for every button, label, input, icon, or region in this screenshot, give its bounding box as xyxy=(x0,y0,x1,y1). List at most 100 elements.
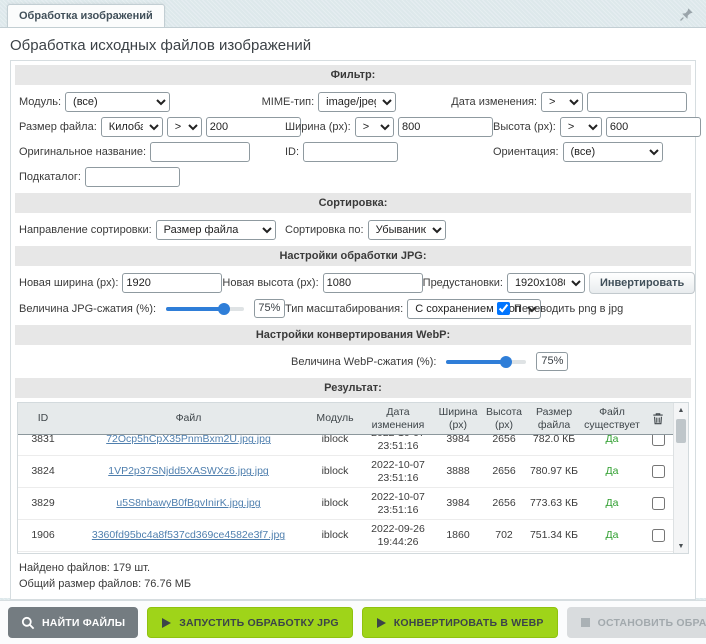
sort-by-select[interactable]: Убыванию xyxy=(368,220,446,240)
cell-date: 2022-10-07 23:51:16 xyxy=(361,488,435,519)
height-op-select[interactable]: > xyxy=(560,117,602,137)
col-header-module[interactable]: Модуль xyxy=(309,403,361,434)
jpg-quality-slider-fill xyxy=(166,307,224,311)
scroll-up-icon[interactable]: ▲ xyxy=(674,403,688,417)
webp-quality-slider-thumb[interactable] xyxy=(500,356,512,368)
scrollbar-thumb[interactable] xyxy=(676,419,686,443)
cell-height: 2656 xyxy=(481,435,527,455)
mime-select[interactable]: image/jpeg xyxy=(318,92,396,112)
id-label: ID: xyxy=(285,146,299,158)
col-header-date[interactable]: Дата изменения xyxy=(361,403,435,434)
col-header-height[interactable]: Высота (px) xyxy=(481,403,527,434)
width-label: Ширина (px): xyxy=(285,121,351,133)
png-to-jpg-label[interactable]: Переводить png в jpg xyxy=(514,303,623,315)
stop-processing-button[interactable]: ОСТАНОВИТЬ ОБРАБОТКУ xyxy=(567,607,706,638)
orientation-select[interactable]: (все) xyxy=(563,142,663,162)
cell-date: 2022-10-07 23:51:16 xyxy=(361,435,435,455)
id-input[interactable] xyxy=(303,142,398,162)
row-select-checkbox[interactable] xyxy=(652,497,665,510)
filter-row-1: Модуль: (все) MIME-тип: image/jpeg Дата … xyxy=(11,89,695,114)
width-op-select[interactable]: > xyxy=(355,117,394,137)
col-header-file[interactable]: Файл xyxy=(68,403,309,434)
file-link[interactable]: 3360fd95bc4a8f537cd369ce4582e3f7.jpg xyxy=(92,529,285,542)
cell-id: 1906 xyxy=(18,520,68,551)
col-header-width[interactable]: Ширина (px) xyxy=(435,403,481,434)
module-label: Модуль: xyxy=(19,96,61,108)
scale-type-label: Тип масштабирования: xyxy=(285,303,403,315)
cell-id: 3829 xyxy=(18,488,68,519)
date-value-input[interactable] xyxy=(587,92,687,112)
filter-section-header: Фильтр: xyxy=(15,65,691,85)
col-header-delete xyxy=(643,403,673,434)
cell-date: 2022-10-07 23:51:16 xyxy=(361,456,435,487)
module-select[interactable]: (все) xyxy=(65,92,170,112)
page-title: Обработка исходных файлов изображений xyxy=(0,28,706,60)
pin-icon[interactable] xyxy=(679,7,694,22)
scroll-down-icon[interactable]: ▼ xyxy=(674,539,688,553)
sorting-section-header: Сортировка: xyxy=(15,193,691,213)
jpg-quality-value: 75% xyxy=(254,299,285,318)
file-link[interactable]: 1VP2p37SNjdd5XASWXz6.jpg.jpg xyxy=(108,465,269,478)
file-exists-badge: Да xyxy=(606,529,619,542)
row-select-checkbox[interactable] xyxy=(652,435,665,446)
subdir-input[interactable] xyxy=(85,167,180,187)
scrollbar-track[interactable] xyxy=(674,417,688,539)
new-height-input[interactable] xyxy=(323,273,423,293)
row-select-checkbox[interactable] xyxy=(652,529,665,542)
date-modified-label: Дата изменения: xyxy=(451,96,537,108)
col-header-size[interactable]: Размер файла xyxy=(527,403,581,434)
png-to-jpg-checkbox[interactable] xyxy=(497,302,510,315)
webp-quality-slider[interactable] xyxy=(446,360,526,364)
found-files-text: Найдено файлов: 179 шт. xyxy=(19,561,687,577)
find-files-button[interactable]: НАЙТИ ФАЙЛЫ xyxy=(8,607,138,638)
jpg-quality-label: Величина JPG-сжатия (%): xyxy=(19,303,156,315)
file-link[interactable]: 72Ocp5hCpX35PnmBxm2U.jpg.jpg xyxy=(106,435,271,446)
sort-by-label: Сортировка по: xyxy=(285,224,364,236)
table-row: 3831 72Ocp5hCpX35PnmBxm2U.jpg.jpg iblock… xyxy=(18,435,673,456)
main-panel: Обработка исходных файлов изображений Фи… xyxy=(0,27,706,598)
width-value-input[interactable] xyxy=(398,117,493,137)
date-op-select[interactable]: > xyxy=(541,92,583,112)
convert-webp-button[interactable]: КОНВЕРТИРОВАТЬ В WEBP xyxy=(362,607,558,638)
cell-width: 1860 xyxy=(435,520,481,551)
cell-width: 3888 xyxy=(435,456,481,487)
cell-size: 782.0 КБ xyxy=(527,435,581,455)
tab-label: Обработка изображений xyxy=(19,10,153,22)
cell-module: iblock xyxy=(309,456,361,487)
row-select-checkbox[interactable] xyxy=(652,465,665,478)
invert-button[interactable]: Инвертировать xyxy=(589,272,695,294)
new-width-input[interactable] xyxy=(122,273,222,293)
height-value-input[interactable] xyxy=(606,117,701,137)
size-unit-select[interactable]: Килобайт xyxy=(101,117,163,137)
cell-size: 780.97 КБ xyxy=(527,456,581,487)
tab-image-processing[interactable]: Обработка изображений xyxy=(7,4,165,27)
trash-icon xyxy=(652,412,664,425)
cell-id: 3824 xyxy=(18,456,68,487)
results-section-header: Результат: xyxy=(15,378,691,398)
cell-id: 3831 xyxy=(18,435,68,455)
search-icon xyxy=(21,616,35,630)
cell-size: 773.63 КБ xyxy=(527,488,581,519)
col-header-exists[interactable]: Файл существует xyxy=(581,403,643,434)
results-table-body[interactable]: 3831 72Ocp5hCpX35PnmBxm2U.jpg.jpg iblock… xyxy=(18,435,673,553)
cell-height: 2656 xyxy=(481,456,527,487)
results-summary: Найдено файлов: 179 шт. Общий размер фай… xyxy=(11,556,695,595)
table-scrollbar[interactable]: ▲ ▼ xyxy=(673,403,688,553)
size-op-select[interactable]: > xyxy=(167,117,202,137)
sorting-row: Направление сортировки: Размер файла Сор… xyxy=(11,217,695,242)
sort-direction-select[interactable]: Размер файла xyxy=(156,220,276,240)
file-link[interactable]: u5S8nbawyB0fBgvInirK.jpg.jpg xyxy=(116,497,260,510)
subdir-label: Подкаталог: xyxy=(19,171,81,183)
cell-size: 751.34 КБ xyxy=(527,520,581,551)
table-row: 1906 3360fd95bc4a8f537cd369ce4582e3f7.jp… xyxy=(18,520,673,552)
table-row: 3829 u5S8nbawyB0fBgvInirK.jpg.jpg iblock… xyxy=(18,488,673,520)
cell-height: 2656 xyxy=(481,488,527,519)
tab-bar: Обработка изображений xyxy=(0,0,706,27)
jpg-quality-slider[interactable] xyxy=(166,307,244,311)
cell-module: iblock xyxy=(309,488,361,519)
run-jpg-processing-button[interactable]: ЗАПУСТИТЬ ОБРАБОТКУ JPG xyxy=(147,607,353,638)
jpg-quality-slider-thumb[interactable] xyxy=(218,303,230,315)
presets-select[interactable]: 1920x1080 xyxy=(507,273,585,293)
original-name-input[interactable] xyxy=(150,142,250,162)
col-header-id[interactable]: ID xyxy=(18,403,68,434)
